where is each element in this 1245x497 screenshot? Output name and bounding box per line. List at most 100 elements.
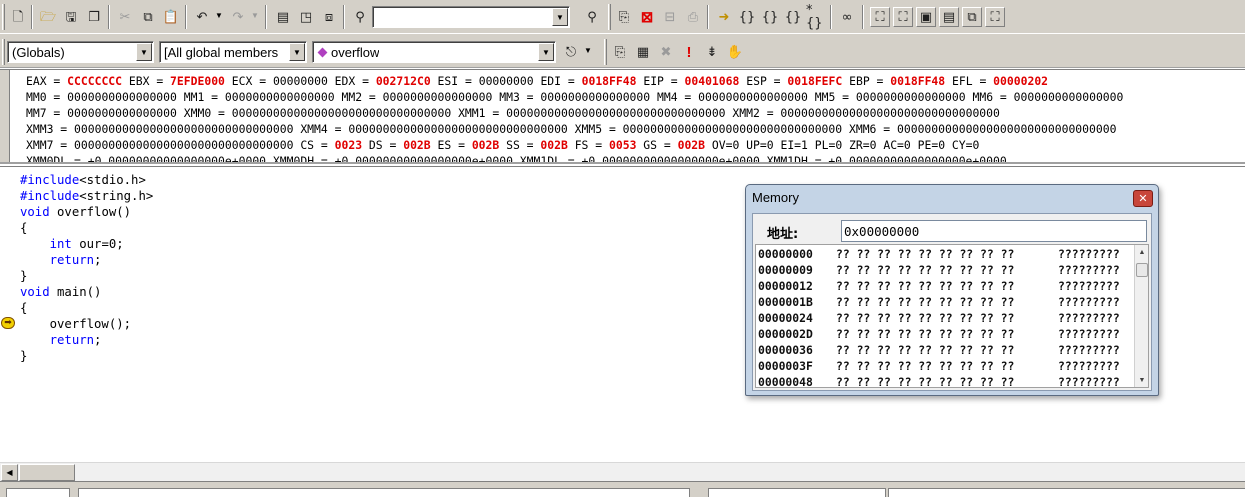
scroll-up-icon[interactable]: ▲ (1135, 245, 1148, 259)
scroll-thumb[interactable] (1136, 263, 1148, 277)
output-window-icon[interactable]: ◳ (296, 7, 316, 27)
member-combo[interactable]: overflow ▼ (312, 41, 556, 63)
code-keyword: void (20, 205, 50, 219)
code-line[interactable]: void overflow() (20, 204, 131, 220)
call-stack-window-icon[interactable]: ⧉ (962, 7, 982, 27)
code-line[interactable]: return; (20, 332, 102, 348)
toolbar-grip[interactable] (604, 39, 607, 65)
scroll-down-icon[interactable]: ▼ (1135, 373, 1148, 387)
address-input[interactable]: 0x00000000 (841, 220, 1147, 242)
build-icon[interactable]: ⊠ (637, 7, 657, 27)
toolbar-grip[interactable] (608, 4, 611, 30)
toolbar-grip[interactable] (2, 4, 5, 30)
register-name: XMM3 = (26, 122, 75, 136)
editor-horizontal-scrollbar[interactable]: ◀ (0, 462, 1245, 481)
memory-scrollbar[interactable]: ▲ ▼ (1134, 245, 1148, 387)
code-line[interactable]: #include<stdio.h> (20, 172, 146, 188)
bottom-panels (0, 481, 1245, 497)
toolbar-separator (265, 5, 267, 29)
paste-icon[interactable]: 📋 (161, 7, 181, 27)
watch-value-field[interactable] (888, 488, 1245, 497)
go-icon[interactable]: ➜ (714, 7, 734, 27)
registers-window[interactable]: EAX = CCCCCCCC EBX = 7EFDE000 ECX = 0000… (0, 69, 1245, 164)
code-line[interactable]: return; (20, 252, 102, 268)
step-into-icon[interactable]: {} (737, 7, 757, 27)
code-keyword: int (49, 237, 72, 251)
chevron-down-icon[interactable]: ▼ (538, 43, 554, 61)
scroll-thumb[interactable] (19, 464, 75, 481)
disassembly-window-icon[interactable]: ⛶ (985, 7, 1005, 27)
close-icon[interactable]: ✕ (1133, 190, 1153, 207)
compile-icon[interactable]: ⎘ (610, 42, 630, 62)
wizardbar-toolbar: (Globals) ▼ [All global members ▼ overfl… (0, 35, 1245, 69)
memory-address: 00000009 (758, 263, 813, 277)
code-line[interactable]: { (20, 300, 27, 316)
step-over-icon[interactable]: {} (760, 7, 780, 27)
scroll-left-icon[interactable]: ◀ (1, 464, 18, 481)
hand-icon[interactable]: ✋ (725, 42, 745, 62)
toolbar-separator (185, 5, 187, 29)
execute-icon[interactable]: ! (679, 42, 699, 62)
memory-window-icon[interactable]: ▤ (939, 7, 959, 27)
toolbar-grip[interactable] (2, 39, 5, 65)
quickwatch-icon[interactable]: ∞ (837, 7, 857, 27)
stop-build-icon[interactable]: ⊟ (660, 7, 680, 27)
memory-client-area: 地址: 0x00000000 00000000 ?? ?? ?? ?? ?? ??… (752, 213, 1152, 391)
filter-combo[interactable]: [All global members ▼ (159, 41, 307, 63)
code-line[interactable]: #include<string.h> (20, 188, 153, 204)
build-icon[interactable]: ▦ (633, 42, 653, 62)
chevron-down-icon[interactable]: ▼ (136, 43, 152, 61)
register-value: 0023 (334, 138, 363, 152)
insert-breakpoint-icon[interactable]: ⇟ (702, 42, 722, 62)
save-icon[interactable]: 🖫 (61, 7, 81, 27)
open-folder-icon[interactable]: 🗁 (38, 7, 58, 27)
step-out-icon[interactable]: {} (783, 7, 803, 27)
memory-dump[interactable]: 00000000 ?? ?? ?? ?? ?? ?? ?? ?? ????????… (755, 244, 1149, 388)
find-combo[interactable]: ▼ (372, 6, 570, 28)
chevron-down-icon[interactable]: ▼ (289, 43, 305, 61)
copy-icon[interactable]: ⧉ (138, 7, 158, 27)
find-in-files-icon[interactable]: ⚲ (350, 7, 370, 27)
editor-margin[interactable]: ➡ (0, 167, 18, 463)
variables-context-combo[interactable] (78, 488, 690, 497)
member-combo-label: overflow (331, 45, 380, 60)
code-line[interactable]: } (20, 268, 27, 284)
watch-window-icon[interactable]: ⛶ (870, 7, 890, 27)
new-file-icon[interactable]: 🗋 (8, 7, 28, 27)
cut-icon[interactable]: ✂ (115, 7, 135, 27)
code-line[interactable]: int our=0; (20, 236, 124, 252)
redo-dropdown-icon[interactable]: ▼ (251, 11, 259, 20)
register-name: XMM7 = (26, 138, 75, 152)
register-name: XMM1DL = (512, 154, 582, 164)
chevron-down-icon[interactable]: ▼ (552, 8, 568, 26)
variables-window-icon[interactable]: ⛶ (893, 7, 913, 27)
save-all-icon[interactable]: ❐ (84, 7, 104, 27)
wizard-action-icon[interactable]: ⎋ (561, 42, 581, 62)
bottom-tab[interactable] (6, 488, 70, 497)
stop-build-icon[interactable]: ✖ (656, 42, 676, 62)
redo-icon[interactable]: ↷ (228, 7, 248, 27)
undo-icon[interactable]: ↶ (192, 7, 212, 27)
code-text: } (20, 349, 28, 363)
registers-window-icon[interactable]: ▣ (916, 7, 936, 27)
memory-window[interactable]: Memory ✕ 地址: 0x00000000 00000000 ?? ?? ??… (745, 184, 1159, 396)
execute-icon[interactable]: ⎙ (683, 7, 703, 27)
code-line[interactable]: overflow(); (20, 316, 131, 332)
workspace-icon[interactable]: ▤ (273, 7, 293, 27)
find-icon[interactable]: ⚲ (582, 7, 602, 27)
code-line[interactable]: } (20, 348, 27, 364)
wizard-action-dropdown-icon[interactable]: ▼ (584, 46, 592, 55)
watch-name-field[interactable] (708, 488, 886, 497)
code-line[interactable]: { (20, 220, 27, 236)
registers-grip[interactable] (0, 70, 10, 162)
run-to-cursor-icon[interactable]: *{} (806, 4, 826, 30)
register-name: MM2 = (334, 90, 383, 104)
undo-dropdown-icon[interactable]: ▼ (215, 11, 223, 20)
code-line[interactable]: void main() (20, 284, 101, 300)
code-text: our=0; (71, 237, 124, 251)
compile-icon[interactable]: ⎘ (614, 7, 634, 27)
window-list-icon[interactable]: ⧈ (319, 7, 339, 27)
class-combo[interactable]: (Globals) ▼ (7, 41, 154, 63)
